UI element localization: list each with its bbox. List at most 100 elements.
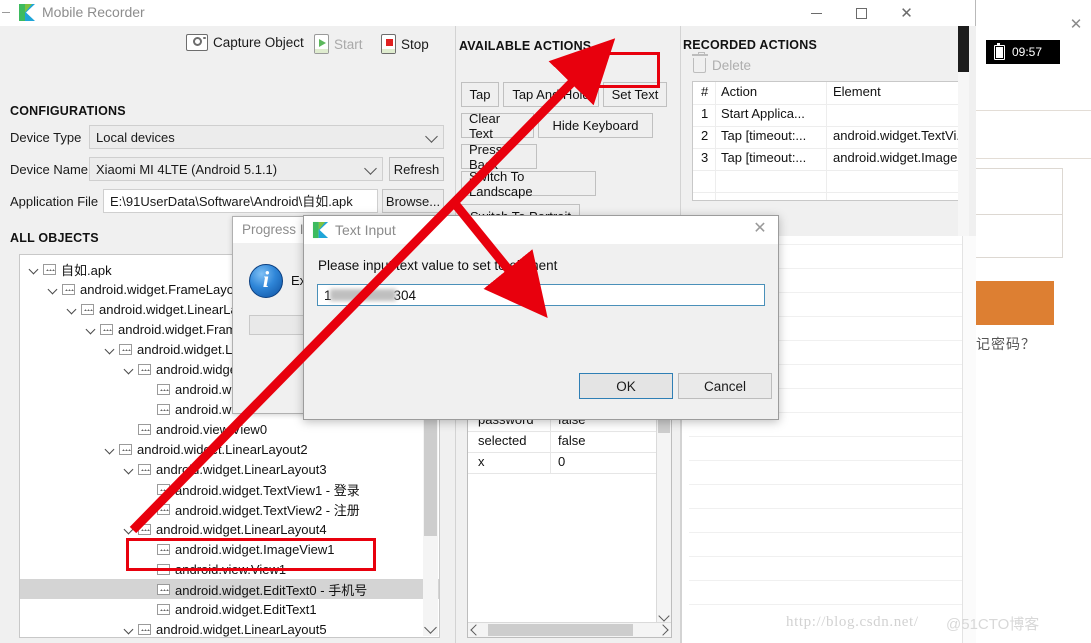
chevron-down-icon[interactable] <box>66 303 79 316</box>
chevron-down-icon[interactable] <box>658 610 670 622</box>
column-header: Action <box>721 84 758 99</box>
right-scroll-thumb[interactable] <box>958 26 969 72</box>
capture-object-button[interactable]: Capture Object <box>186 34 304 51</box>
text-value-input[interactable]: 1 304 <box>317 284 765 306</box>
element-icon <box>43 263 56 275</box>
device-name-select[interactable]: Xiaomi MI 4LTE (Android 5.1.1) <box>89 157 383 181</box>
chevron-down-icon[interactable] <box>104 343 117 356</box>
property-row[interactable]: selected false <box>468 431 671 453</box>
action-button-switch-to-landscape[interactable]: Switch To Landscape <box>461 169 596 199</box>
tree-item[interactable]: android.widget.ImageView1 <box>142 539 334 559</box>
properties-horizontal-scrollbar[interactable] <box>468 622 671 637</box>
element-icon <box>138 463 151 475</box>
tree-item-label: android.widget.FrameLayout <box>80 281 245 297</box>
element-icon <box>157 483 170 495</box>
ok-button[interactable]: OK <box>579 373 673 399</box>
phone-login-button[interactable] <box>976 281 1054 325</box>
chevron-down-icon[interactable] <box>123 463 136 476</box>
chevron-down-icon[interactable] <box>424 621 437 634</box>
action-button-set-text[interactable]: Set Text <box>603 82 667 107</box>
table-row[interactable]: 3 Tap [timeout:... android.widget.Image... <box>693 148 963 171</box>
chevron-left-icon[interactable] <box>470 624 482 636</box>
start-label: Start <box>334 36 363 52</box>
action-button-tap[interactable]: Tap <box>461 82 499 107</box>
window-minimize-button[interactable] <box>794 0 839 26</box>
tree-item-label: android.view.View1 <box>175 561 287 577</box>
properties-hscroll-thumb[interactable] <box>488 624 633 636</box>
tree-item[interactable]: android.widget.EditText0 - 手机号 <box>20 579 439 599</box>
recorded-actions-table[interactable]: # Action Element 1 Start Applica... 2 Tap [tim… <box>692 81 964 201</box>
refresh-button[interactable]: Refresh <box>389 157 444 181</box>
close-icon[interactable]: ✕ <box>751 220 769 238</box>
tree-item[interactable]: android.widget.LinearLayout4 <box>123 519 327 539</box>
table-row-empty[interactable] <box>693 192 963 200</box>
grid-line <box>689 484 962 485</box>
element-icon <box>100 323 113 335</box>
watermark-url: http://blog.csdn.net/ <box>786 614 919 630</box>
element-icon <box>138 523 151 535</box>
tree-item-label: android.view.View0 <box>156 421 268 437</box>
tree-item[interactable]: android.widget.LinearLayout5 <box>123 619 327 637</box>
tree-item-label: android.widget.TextView2 - 注册 <box>175 502 360 518</box>
right-panel-scrollbar[interactable] <box>958 26 969 236</box>
tree-item[interactable]: android.widget.EditText1 <box>142 599 317 619</box>
stop-button[interactable]: Stop <box>381 34 429 54</box>
cancel-button[interactable]: Cancel <box>678 373 772 399</box>
action-button-hide-keyboard[interactable]: Hide Keyboard <box>538 113 653 138</box>
tree-item[interactable]: android.widget.LinearLayout2 <box>104 439 308 459</box>
tree-item[interactable]: android.view.View0 <box>123 419 267 439</box>
delete-button[interactable]: Delete <box>691 52 752 73</box>
tree-item[interactable]: android.widget.FrameLayout <box>47 279 245 299</box>
application-file-input[interactable]: E:\91UserData\Software\Android\自如.apk <box>103 189 378 213</box>
chevron-down-icon[interactable] <box>28 263 41 276</box>
element-icon <box>138 423 151 435</box>
element-icon <box>157 563 170 575</box>
tree-item[interactable]: android.view.View1 <box>142 559 286 579</box>
grid-line <box>689 604 962 605</box>
table-row[interactable]: 1 Start Applica... <box>693 104 963 127</box>
katalon-logo-icon <box>312 221 330 239</box>
delete-label: Delete <box>712 58 752 73</box>
window-close-button[interactable]: ✕ <box>884 0 929 26</box>
tree-item[interactable]: android.widget.TextView1 - 登录 <box>142 479 360 499</box>
grid-line <box>689 532 962 533</box>
right-lower-scrollbar[interactable] <box>962 236 976 643</box>
element-icon <box>119 443 132 455</box>
chevron-down-icon <box>425 130 438 143</box>
chevron-down-icon[interactable] <box>123 523 136 536</box>
element-icon <box>81 303 94 315</box>
chevron-down-icon[interactable] <box>85 323 98 336</box>
chevron-right-icon[interactable] <box>657 624 669 636</box>
table-row[interactable]: 2 Tap [timeout:... android.widget.TextVi..… <box>693 126 963 149</box>
table-row-empty[interactable] <box>693 170 963 193</box>
chevron-down-icon[interactable] <box>123 363 136 376</box>
element-icon <box>157 603 170 615</box>
configurations-heading: CONFIGURATIONS <box>10 104 126 118</box>
phone-forgot-password-link[interactable]: 记密码？ <box>976 334 1036 354</box>
device-type-select[interactable]: Local devices <box>89 125 444 149</box>
action-button-press-back[interactable]: Press Back <box>461 142 537 172</box>
chevron-down-icon[interactable] <box>47 283 60 296</box>
text-input-titlebar: Text Input ✕ <box>304 216 778 244</box>
tree-item-label: android.widget.ImageView1 <box>175 541 335 557</box>
tree-item[interactable]: android.widget.TextView2 - 注册 <box>142 499 360 519</box>
chevron-down-icon[interactable] <box>123 623 136 636</box>
phone-divider-2 <box>976 158 1091 159</box>
element-icon <box>138 363 151 375</box>
action-button-clear-text[interactable]: Clear Text <box>461 111 534 141</box>
property-row[interactable]: x0 <box>468 452 671 474</box>
tree-item[interactable]: 自如.apk <box>28 259 112 279</box>
tree-item[interactable]: android.widget.LinearLayout3 <box>123 459 327 479</box>
phone-mirror-close-icon[interactable]: ✕ <box>1069 17 1083 32</box>
action-button-tap-and-hold[interactable]: Tap And Hold <box>503 82 599 107</box>
chevron-down-icon[interactable] <box>104 443 117 456</box>
start-button[interactable]: Start <box>314 34 363 54</box>
cell-element: android.widget.TextVi... <box>833 128 964 143</box>
window-maximize-button[interactable] <box>839 0 884 26</box>
browse-button[interactable]: Browse... <box>382 189 444 213</box>
element-icon <box>157 583 170 595</box>
